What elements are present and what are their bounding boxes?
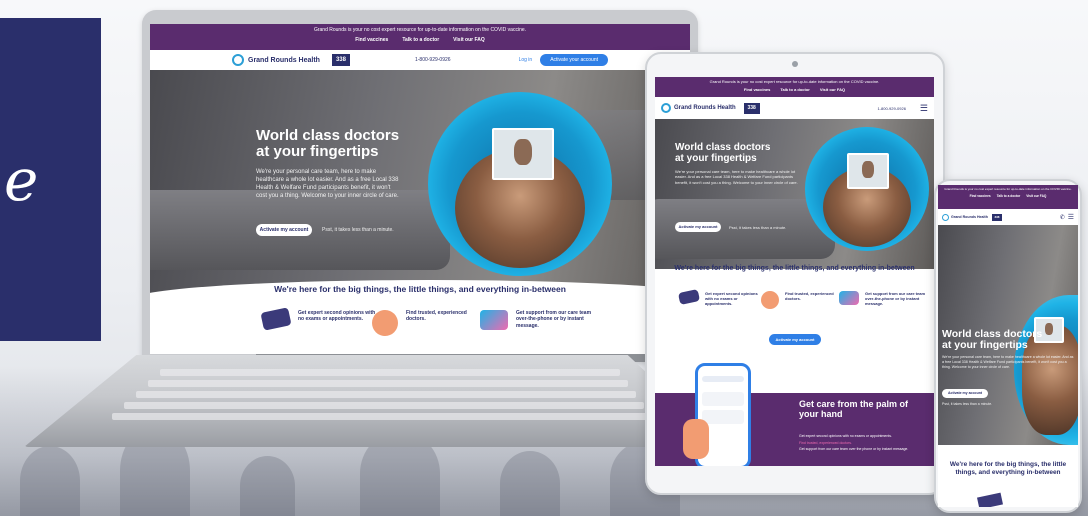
laptop-link-find-vaccines[interactable]: Find vaccines — [355, 37, 388, 43]
laptop-banner-text: Grand Rounds is your no cost expert reso… — [313, 27, 527, 33]
laptop-screen: Grand Rounds is your no cost expert reso… — [150, 24, 690, 354]
tablet-hero: World class doctors at your fingertips We… — [655, 119, 934, 269]
laptop-link-talk-doctor[interactable]: Talk to a doctor — [402, 37, 439, 43]
tablet-phone[interactable]: 1-800-929-0926 — [877, 106, 905, 111]
phone-link-faq[interactable]: Visit our FAQ — [1026, 194, 1046, 198]
tablet-tablet-icon — [677, 289, 701, 305]
phone-hero-title: World class doctors at your fingertips — [942, 328, 1043, 352]
tablet-feature-3: Get support from our care team over-the-… — [839, 291, 925, 306]
tablet-palm-title: Get care from the palm of your hand — [799, 399, 909, 420]
tablet-hero-title: World class doctors at your fingertips — [675, 142, 771, 164]
laptop-link-faq[interactable]: Visit our FAQ — [453, 37, 485, 43]
tablet-chat-icon — [839, 291, 859, 305]
phone-partner-badge: 338 — [991, 213, 1002, 221]
tablet-banner: Grand Rounds is your no cost expert reso… — [655, 77, 934, 97]
tablet-nav: Grand Rounds Health 338 1-800-929-0926 ☰ — [655, 97, 934, 119]
tablet-section-title: We're here for the big things, the littl… — [674, 265, 915, 272]
tablet-palm-list: Get expert second opinions with no exams… — [799, 433, 933, 453]
mockup-stage: e Grand Rounds is your no cost expert re… — [0, 0, 1088, 516]
laptop-feature-2: Find trusted, experienced doctors. — [372, 310, 482, 336]
laptop-phone[interactable]: 1-800-929-0926 — [415, 57, 451, 63]
phone-section-title: We're here for the big things, the littl… — [949, 461, 1067, 476]
tablet-camera — [792, 61, 798, 67]
tablet-activate-button-2[interactable]: Activate my account — [769, 334, 821, 345]
tablet-link-talk-doctor[interactable]: Talk to a doctor — [780, 87, 809, 92]
phone-psst-note: Psst, it takes less than a minute. — [942, 402, 993, 406]
keyboard-row — [160, 369, 620, 376]
laptop-video-call — [492, 128, 554, 180]
laptop-section-title: We're here for the big things, the littl… — [274, 284, 566, 294]
phone-tablet-icon — [977, 492, 1003, 507]
phone-hero: World class doctors at your fingertips We… — [938, 225, 1078, 445]
keyboard-row — [124, 402, 644, 409]
keyboard-row — [136, 391, 636, 398]
tablet-partner-badge: 338 — [743, 102, 760, 114]
tablet-activate-button[interactable]: Activate my account — [675, 222, 721, 232]
tablet-video-call — [847, 153, 889, 189]
phone-menu-icon[interactable]: ☰ — [1068, 214, 1074, 221]
laptop-psst-note: Psst, it takes less than a minute. — [322, 227, 394, 233]
phone-nav: Grand Rounds Health 338 ✆ ☰ — [938, 209, 1078, 225]
laptop-partner-badge: 338 — [331, 54, 350, 66]
tablet-app-section: Get care from the palm of your hand Get … — [655, 359, 934, 466]
laptop-login-link[interactable]: Log in — [519, 57, 533, 63]
tablet-screen: Grand Rounds is your no cost expert reso… — [655, 77, 934, 466]
laptop-hero-copy: We're your personal care team, here to m… — [256, 169, 399, 200]
brand-glyph: e — [4, 146, 39, 214]
tablet-logo[interactable]: Grand Rounds Health — [674, 105, 736, 111]
tablet-banner-text: Grand Rounds is your no cost expert reso… — [709, 79, 880, 84]
laptop-hero-title: World class doctors at your fingertips — [256, 127, 400, 160]
tablet-doctors-icon — [761, 291, 779, 309]
tablet-logo-icon — [661, 103, 671, 113]
laptop-banner: Grand Rounds is your no cost expert reso… — [150, 24, 690, 50]
keyboard-row — [112, 413, 652, 420]
laptop-nav: Grand Rounds Health 338 1-800-929-0926 L… — [150, 50, 690, 70]
laptop-hero: World class doctors at your fingertips We… — [150, 70, 690, 294]
keyboard-row — [148, 380, 628, 387]
phone-link-talk-doctor[interactable]: Talk to a doctor — [997, 194, 1021, 198]
tablet-menu-icon[interactable]: ☰ — [920, 103, 928, 113]
phone-activate-button[interactable]: Activate my account — [942, 389, 988, 398]
tablet-hero-copy: We're your personal care team, here to m… — [675, 169, 798, 185]
tablet-palm-item: Find trusted, experienced doctors. — [799, 440, 852, 445]
laptop-doctors-icon — [372, 310, 398, 336]
laptop-tablet-icon — [260, 307, 292, 331]
tablet-feature-1: Get expert second opinions with no exams… — [677, 289, 759, 306]
laptop-logo[interactable]: Grand Rounds Health — [248, 57, 320, 64]
tablet-palm-item: Get expert second opinions with no exams… — [799, 434, 892, 438]
phone-banner: Grand Rounds is your no cost expert reso… — [938, 185, 1078, 209]
laptop-feature-3: Get support from our care team over-the-… — [480, 310, 600, 330]
phone-link-find-vaccines[interactable]: Find vaccines — [970, 194, 991, 198]
tablet-palm-item: Get support from our care team over the … — [799, 447, 909, 452]
brand-panel: e — [0, 18, 101, 341]
tablet-link-find-vaccines[interactable]: Find vaccines — [744, 87, 770, 92]
phone-banner-text: Grand Rounds is your no cost expert reso… — [944, 187, 1072, 191]
laptop-logo-icon — [232, 54, 244, 66]
laptop-activate-nav-button[interactable]: Activate your account — [540, 54, 608, 66]
tablet-feature-2: Find trusted, experienced doctors. — [761, 291, 837, 309]
phone-call-icon[interactable]: ✆ — [1060, 214, 1065, 221]
laptop-activate-button[interactable]: Activate my account — [256, 224, 312, 236]
tablet-link-faq[interactable]: Visit our FAQ — [820, 87, 845, 92]
laptop-feature-1: Get expert second opinions with no exams… — [260, 307, 382, 331]
phone-screen: Grand Rounds is your no cost expert reso… — [938, 185, 1078, 507]
phone-hero-copy: We're your personal care team, here to m… — [942, 355, 1074, 369]
phone-logo-icon — [942, 213, 949, 221]
tablet-psst-note: Psst, it takes less than a minute. — [729, 225, 787, 230]
phone-logo[interactable]: Grand Rounds Health — [951, 215, 988, 219]
laptop-chat-icon — [480, 310, 508, 330]
